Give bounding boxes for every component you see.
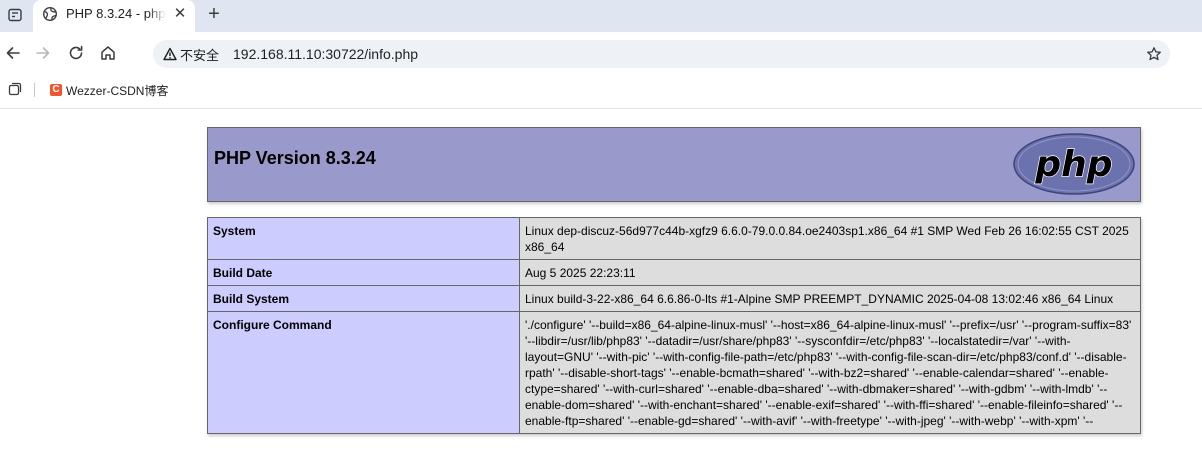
row-value: './configure' '--build=x86_64-alpine-lin… bbox=[519, 311, 1141, 434]
php-logo: php bbox=[1013, 133, 1135, 195]
bookmarks-bar: C Wezzer-CSDN博客 bbox=[0, 74, 1202, 109]
row-key: System bbox=[207, 217, 520, 260]
plus-icon[interactable]: + bbox=[203, 4, 225, 26]
bookmarks-divider bbox=[34, 83, 35, 97]
star-icon bbox=[1147, 47, 1161, 61]
tab-title: PHP 8.3.24 - phpinfo() bbox=[66, 6, 166, 21]
row-key: Build System bbox=[207, 285, 520, 312]
back-button[interactable] bbox=[2, 42, 24, 64]
back-arrow-icon bbox=[6, 47, 20, 59]
table-row: Build Date Aug 5 2025 22:23:11 bbox=[207, 259, 1141, 286]
table-row: System Linux dep-discuz-56d977c44b-xgfz9… bbox=[207, 217, 1141, 260]
tab-search-button[interactable] bbox=[4, 4, 26, 26]
forward-arrow-icon bbox=[36, 47, 50, 59]
row-value: Linux build-3-22-x86_64 6.6.86-0-lts #1-… bbox=[519, 285, 1141, 312]
warning-icon bbox=[163, 47, 177, 61]
home-button[interactable] bbox=[97, 42, 119, 64]
security-label: 不安全 bbox=[180, 47, 220, 63]
active-tab[interactable]: PHP 8.3.24 - phpinfo() ✕ bbox=[33, 0, 195, 32]
bookmark-label: Wezzer-CSDN博客 bbox=[66, 83, 169, 98]
table-row: Build System Linux build-3-22-x86_64 6.6… bbox=[207, 285, 1141, 312]
url-text[interactable]: 192.168.11.10:30722/info.php bbox=[233, 46, 418, 62]
php-version-header: PHP Version 8.3.24 php bbox=[207, 127, 1141, 202]
php-logo-text: php bbox=[1034, 144, 1112, 185]
row-value: Linux dep-discuz-56d977c44b-xgfz9 6.6.0-… bbox=[519, 217, 1141, 260]
row-value: Aug 5 2025 22:23:11 bbox=[519, 259, 1141, 286]
page-title: PHP Version 8.3.24 bbox=[214, 148, 376, 168]
phpinfo-table: System Linux dep-discuz-56d977c44b-xgfz9… bbox=[207, 217, 1141, 434]
csdn-favicon-icon: C bbox=[50, 84, 62, 96]
row-key: Configure Command bbox=[207, 311, 520, 434]
bookmark-star-button[interactable] bbox=[1144, 44, 1164, 64]
globe-icon bbox=[42, 6, 58, 22]
apps-grid-icon[interactable] bbox=[8, 82, 22, 96]
security-chip[interactable]: 不安全 bbox=[163, 45, 219, 63]
page-content: PHP Version 8.3.24 php System Linux dep-… bbox=[0, 109, 1202, 454]
reload-button[interactable] bbox=[65, 42, 87, 64]
bookmark-item[interactable]: C Wezzer-CSDN博客 bbox=[50, 81, 168, 99]
tab-search-icon bbox=[8, 8, 22, 22]
browser-toolbar: 不安全 192.168.11.10:30722/info.php bbox=[0, 32, 1202, 74]
tab-strip: PHP 8.3.24 - phpinfo() ✕ + bbox=[0, 0, 1202, 32]
table-row: Configure Command './configure' '--build… bbox=[207, 311, 1141, 434]
reload-icon bbox=[69, 45, 83, 60]
forward-button[interactable] bbox=[32, 42, 54, 64]
close-icon[interactable]: ✕ bbox=[172, 6, 188, 22]
home-icon bbox=[101, 46, 115, 60]
address-bar[interactable]: 不安全 192.168.11.10:30722/info.php bbox=[153, 40, 1170, 68]
row-key: Build Date bbox=[207, 259, 520, 286]
